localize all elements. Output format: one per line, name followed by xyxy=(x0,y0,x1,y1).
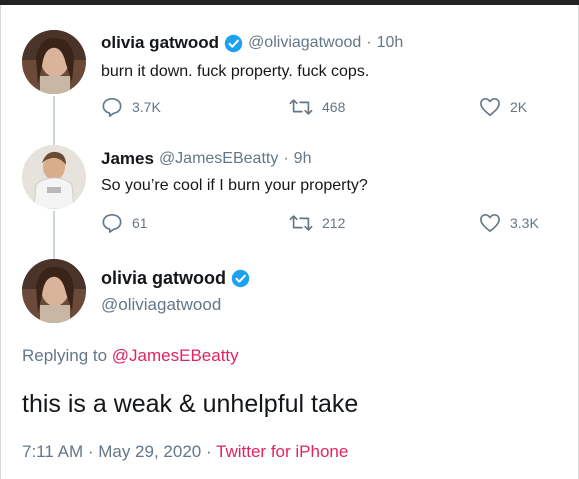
tweet-text: burn it down. fuck property. fuck cops. xyxy=(101,63,370,80)
tweet-text: So you’re cool if I burn your property? xyxy=(101,177,368,194)
tweet-source-link[interactable]: Twitter for iPhone xyxy=(216,442,348,461)
main-tweet-header: olivia gatwood xyxy=(101,268,250,289)
retweet-count: 468 xyxy=(322,99,346,115)
reply-count: 61 xyxy=(132,215,148,231)
like-button[interactable]: 2K xyxy=(479,97,527,117)
tweet-time[interactable]: 9h xyxy=(294,150,312,168)
separator: · xyxy=(283,150,289,167)
tweet-timestamp[interactable]: 7:11 AM · May 29, 2020 · xyxy=(22,442,216,461)
retweet-icon xyxy=(289,215,313,231)
thread-line-2 xyxy=(53,211,55,263)
retweet-count: 212 xyxy=(322,215,346,231)
avatar-olivia[interactable] xyxy=(22,30,86,94)
verified-badge-icon xyxy=(224,34,243,53)
retweet-button[interactable]: 468 xyxy=(289,97,345,117)
like-count: 2K xyxy=(510,99,528,115)
replying-prefix: Replying to xyxy=(22,346,108,365)
author-name[interactable]: James xyxy=(101,149,154,169)
retweet-icon xyxy=(289,99,313,115)
like-icon xyxy=(480,214,500,232)
tweet-1-header: olivia gatwood @oliviagatwood · 10h xyxy=(101,33,403,53)
replying-mention-link[interactable]: @JamesEBeatty xyxy=(112,346,239,365)
reply-icon xyxy=(102,214,122,233)
main-tweet-text: this is a weak & unhelpful take xyxy=(22,390,359,418)
thread-line-1 xyxy=(53,96,55,148)
retweet-button[interactable]: 212 xyxy=(289,213,345,233)
tweet-2-header: James @JamesEBeatty · 9h xyxy=(101,149,311,169)
verified-badge-icon xyxy=(231,269,250,288)
author-name[interactable]: olivia gatwood xyxy=(101,33,219,53)
like-icon xyxy=(480,98,500,116)
author-handle[interactable]: @oliviagatwood xyxy=(101,295,221,315)
tweet-meta: 7:11 AM · May 29, 2020 · Twitter for iPh… xyxy=(22,442,348,462)
tweet-time[interactable]: 10h xyxy=(377,34,404,52)
author-handle[interactable]: @JamesEBeatty xyxy=(159,150,278,168)
like-count: 3.3K xyxy=(510,215,539,231)
avatar-olivia-main[interactable] xyxy=(22,259,86,323)
reply-icon xyxy=(102,98,122,117)
like-button[interactable]: 3.3K xyxy=(479,213,539,233)
avatar-james[interactable] xyxy=(22,145,86,209)
separator: · xyxy=(366,34,372,51)
reply-count: 3.7K xyxy=(132,99,161,115)
reply-button[interactable]: 61 xyxy=(101,213,148,233)
replying-to: Replying to @JamesEBeatty xyxy=(22,346,239,366)
author-handle[interactable]: @oliviagatwood xyxy=(248,34,361,52)
reply-button[interactable]: 3.7K xyxy=(101,97,161,117)
author-name[interactable]: olivia gatwood xyxy=(101,268,226,289)
